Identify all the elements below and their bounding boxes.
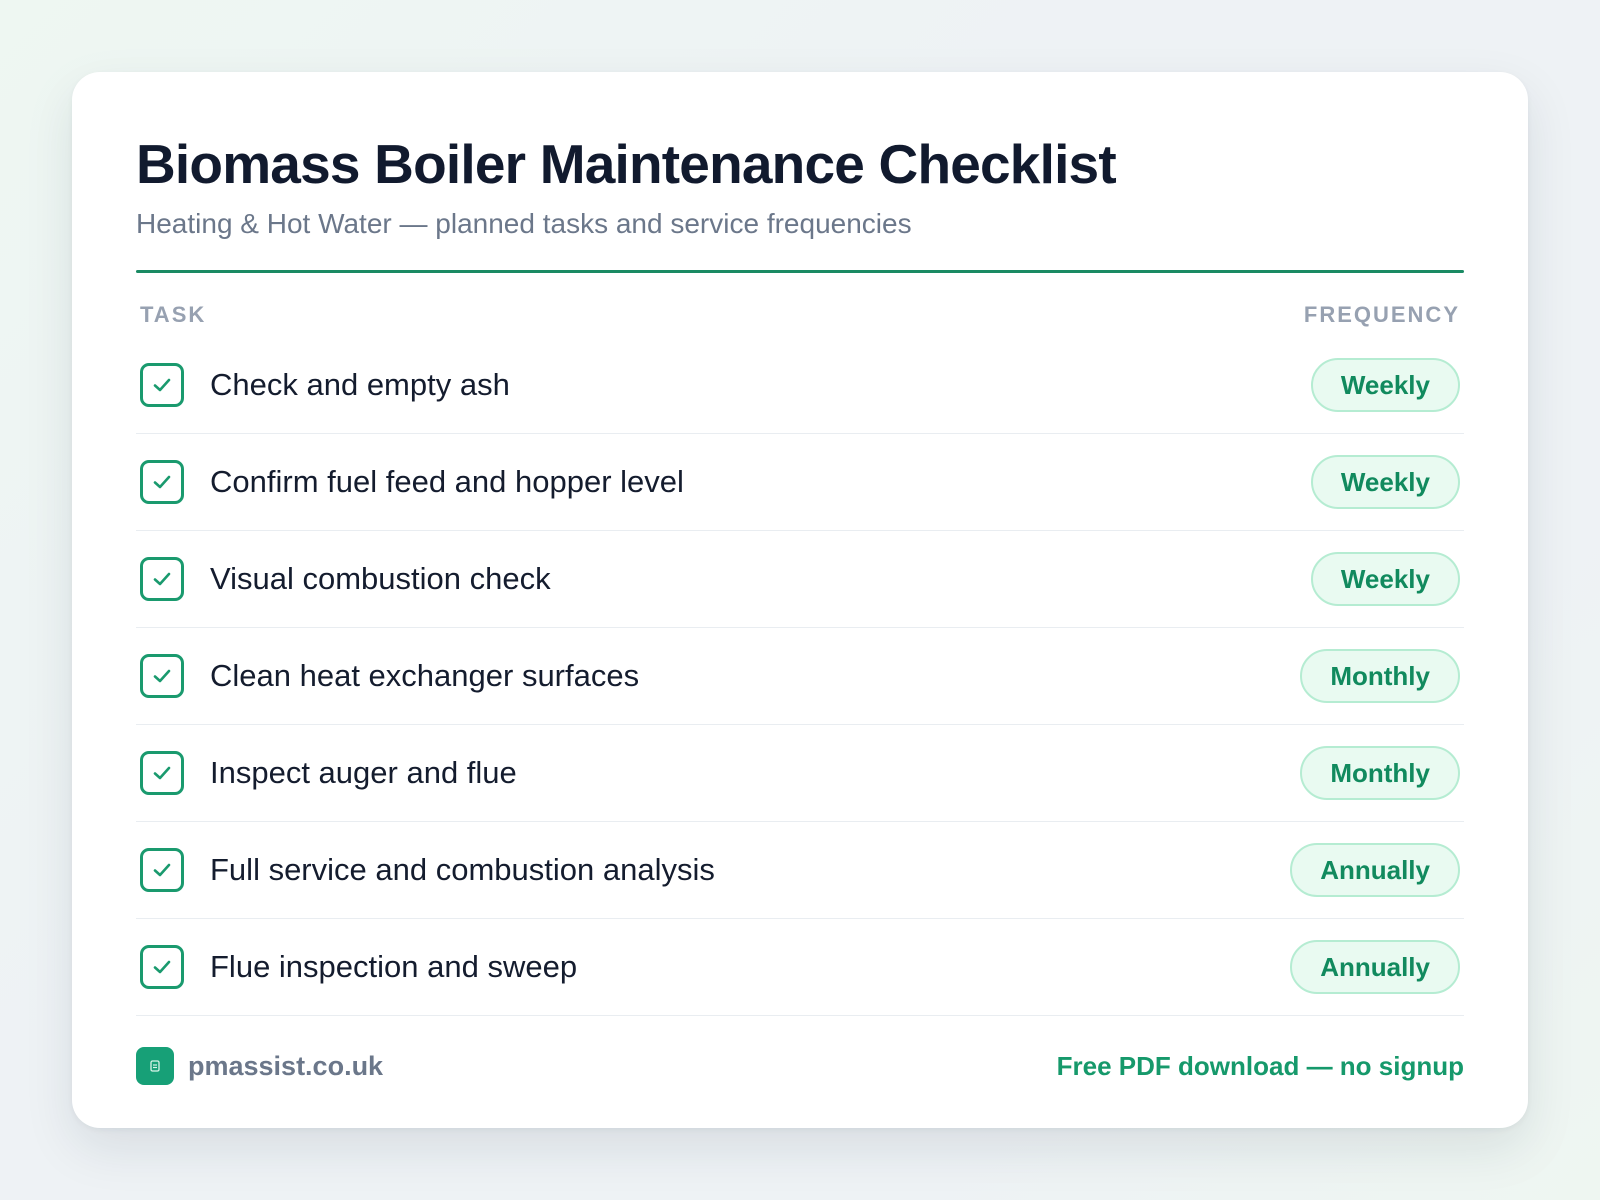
frequency-badge: Weekly xyxy=(1310,552,1460,606)
task-row: Check and empty ash Weekly xyxy=(136,337,1464,434)
task-label: Flue inspection and sweep xyxy=(210,949,578,984)
card-footer: pmassist.co.uk Free PDF download — no si… xyxy=(136,1046,1464,1086)
frequency-badge: Weekly xyxy=(1310,455,1460,509)
task-label: Clean heat exchanger surfaces xyxy=(210,658,640,693)
checkmark-icon xyxy=(153,669,171,683)
task-row-left: Inspect auger and flue xyxy=(136,751,517,795)
checkmark-icon xyxy=(153,766,171,780)
task-row: Full service and combustion analysis Ann… xyxy=(136,822,1464,919)
column-header-task: TASK xyxy=(140,302,207,327)
task-row: Visual combustion check Weekly xyxy=(136,531,1464,628)
checkmark-icon xyxy=(153,572,171,586)
column-header-frequency: FREQUENCY xyxy=(1303,302,1460,327)
task-label: Check and empty ash xyxy=(210,367,510,402)
task-list: Check and empty ash Weekly Confirm fuel … xyxy=(136,337,1464,1016)
task-label: Inspect auger and flue xyxy=(210,755,517,790)
frequency-badge: Monthly xyxy=(1300,649,1460,703)
task-checkbox[interactable] xyxy=(140,945,184,989)
task-checkbox[interactable] xyxy=(140,751,184,795)
task-row: Inspect auger and flue Monthly xyxy=(136,725,1464,822)
task-row: Confirm fuel feed and hopper level Weekl… xyxy=(136,434,1464,531)
checkmark-icon xyxy=(153,378,171,392)
task-row-left: Clean heat exchanger surfaces xyxy=(136,654,639,698)
frequency-badge: Monthly xyxy=(1300,746,1460,800)
task-label: Visual combustion check xyxy=(210,561,551,596)
frequency-badge: Annually xyxy=(1290,940,1460,994)
page-subtitle: Heating & Hot Water — planned tasks and … xyxy=(136,208,912,239)
task-checkbox[interactable] xyxy=(140,363,184,407)
task-row: Flue inspection and sweep Annually xyxy=(136,919,1464,1016)
task-checkbox[interactable] xyxy=(140,557,184,601)
checkmark-icon xyxy=(153,863,171,877)
download-link[interactable]: Free PDF download — no signup xyxy=(1057,1051,1464,1082)
frequency-badge: Weekly xyxy=(1310,358,1460,412)
task-checkbox[interactable] xyxy=(140,460,184,504)
page-title: Biomass Boiler Maintenance Checklist xyxy=(136,133,1117,195)
task-row-left: Check and empty ash xyxy=(136,363,510,407)
task-row-left: Visual combustion check xyxy=(136,557,551,601)
task-label: Confirm fuel feed and hopper level xyxy=(210,464,684,499)
brand[interactable]: pmassist.co.uk xyxy=(136,1047,383,1085)
column-headers: TASK FREQUENCY xyxy=(136,297,1464,333)
document-icon xyxy=(150,1060,160,1072)
frequency-badge: Annually xyxy=(1290,843,1460,897)
task-row-left: Full service and combustion analysis xyxy=(136,848,715,892)
checkmark-icon xyxy=(153,475,171,489)
checklist-card: Biomass Boiler Maintenance Checklist Hea… xyxy=(72,72,1528,1128)
task-checkbox[interactable] xyxy=(140,848,184,892)
task-row-left: Confirm fuel feed and hopper level xyxy=(136,460,684,504)
site-name: pmassist.co.uk xyxy=(188,1050,384,1081)
task-row-left: Flue inspection and sweep xyxy=(136,945,577,989)
task-checkbox[interactable] xyxy=(140,654,184,698)
brand-logo xyxy=(136,1047,174,1085)
header-divider xyxy=(136,270,1464,273)
task-row: Clean heat exchanger surfaces Monthly xyxy=(136,628,1464,725)
task-label: Full service and combustion analysis xyxy=(210,852,715,887)
checkmark-icon xyxy=(153,960,171,974)
